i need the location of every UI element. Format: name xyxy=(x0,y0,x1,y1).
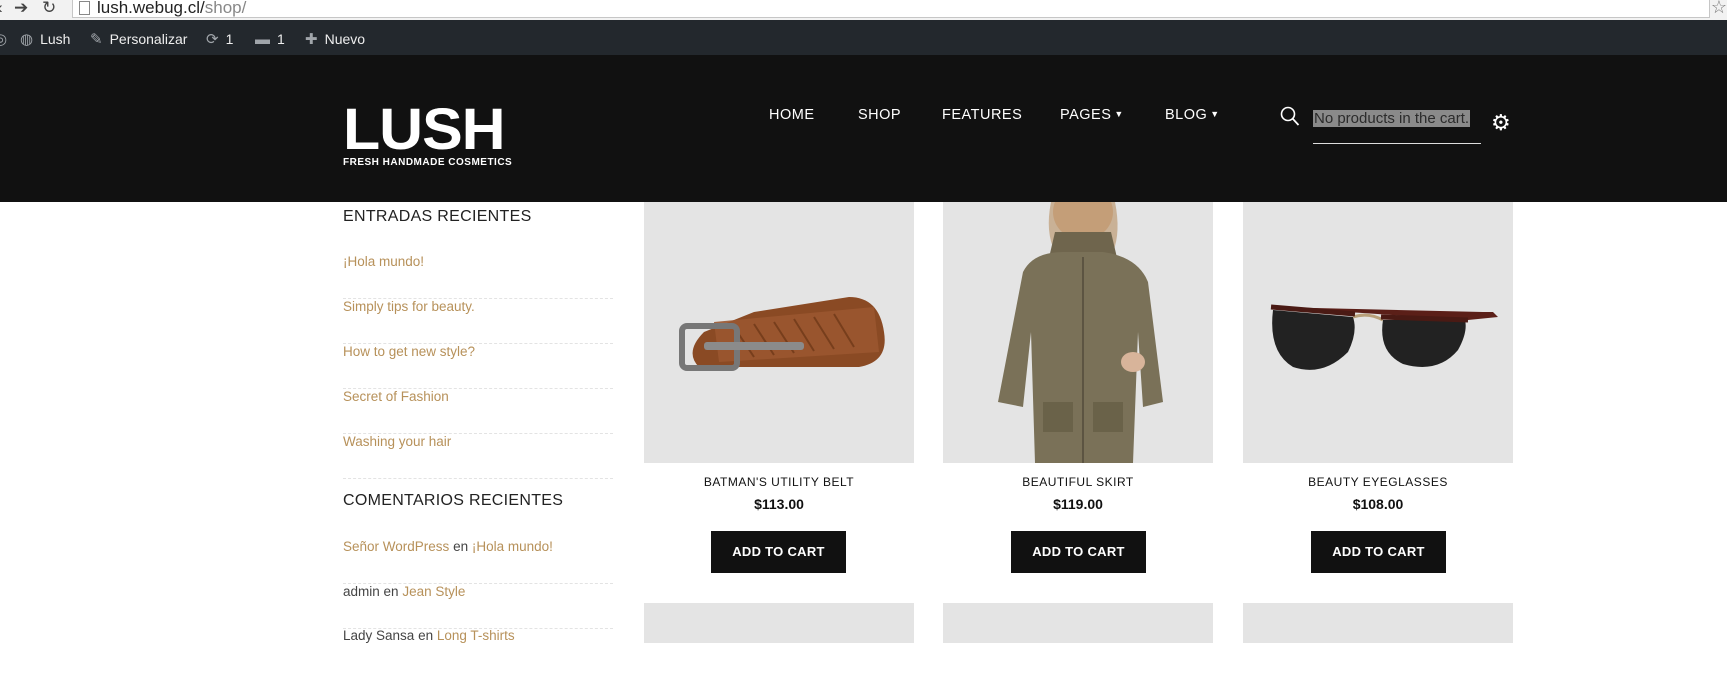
nav-shop[interactable]: SHOP xyxy=(858,107,901,123)
site-logo[interactable]: LUSH FRESH HANDMADE COSMETICS xyxy=(343,101,512,169)
recent-post-link[interactable]: How to get new style? xyxy=(343,344,613,389)
brush-icon: ✎ xyxy=(90,31,103,48)
recent-post-link[interactable]: ¡Hola mundo! xyxy=(343,254,613,299)
address-bar[interactable]: lush.webug.cl/shop/ xyxy=(72,0,1710,18)
product-price: $113.00 xyxy=(754,496,804,512)
sunglasses-image xyxy=(1270,304,1498,370)
nav-pages[interactable]: PAGES ▼ xyxy=(1060,107,1124,123)
caret-down-icon: ▼ xyxy=(1114,109,1124,119)
recent-comment: Lady Sansa en Long T-shirts xyxy=(343,628,613,673)
nav-pages-label: PAGES xyxy=(1060,107,1112,123)
admin-comments-link[interactable]: ▬ 1 xyxy=(255,20,285,55)
comment-connector: en xyxy=(453,539,469,554)
nav-home[interactable]: HOME xyxy=(769,107,815,123)
admin-site-link[interactable]: ◍ Lush xyxy=(20,20,70,55)
product-image-placeholder[interactable] xyxy=(644,603,914,643)
recent-posts-title: ENTRADAS RECIENTES xyxy=(343,208,532,225)
recent-comments-title: COMENTARIOS RECIENTES xyxy=(343,492,564,509)
nav-blog[interactable]: BLOG ▼ xyxy=(1165,107,1220,123)
back-icon[interactable]: ‹ xyxy=(0,0,3,18)
product-name[interactable]: BATMAN'S UTILITY BELT xyxy=(644,475,914,489)
product-image-belt[interactable] xyxy=(644,202,914,463)
browser-toolbar: ‹ ➔ ↻ lush.webug.cl/shop/ ☆ xyxy=(0,0,1727,21)
admin-new-link[interactable]: ✚ Nuevo xyxy=(305,20,365,55)
nav-features[interactable]: FEATURES xyxy=(942,107,1022,123)
add-to-cart-button[interactable]: ADD TO CART xyxy=(1011,531,1146,573)
comment-post-link[interactable]: Jean Style xyxy=(402,584,465,599)
comment-icon: ▬ xyxy=(255,31,270,48)
comment-author: admin xyxy=(343,584,380,599)
add-to-cart-button[interactable]: ADD TO CART xyxy=(1311,531,1446,573)
product-name[interactable]: BEAUTIFUL SKIRT xyxy=(943,475,1213,489)
dashboard-icon: ◍ xyxy=(20,31,34,48)
reload-icon[interactable]: ↻ xyxy=(42,0,56,18)
gear-icon[interactable]: ⚙ xyxy=(1491,112,1511,134)
recent-comment: admin en Jean Style xyxy=(343,584,613,629)
product-name[interactable]: BEAUTY EYEGLASSES xyxy=(1243,475,1513,489)
product-image-placeholder[interactable] xyxy=(1243,603,1513,643)
admin-customize-link[interactable]: ✎ Personalizar xyxy=(90,20,187,55)
admin-updates-link[interactable]: ⟳ 1 xyxy=(206,20,233,55)
comment-author: Lady Sansa xyxy=(343,628,415,643)
url-text: lush.webug.cl/shop/ xyxy=(97,0,247,17)
logo-word: LUSH xyxy=(343,97,506,162)
caret-down-icon: ▼ xyxy=(1210,109,1220,119)
woman-image xyxy=(998,202,1163,463)
recent-comment: Señor WordPress en ¡Hola mundo! xyxy=(343,539,613,584)
wp-admin-bar: ◎ ◍ Lush ✎ Personalizar ⟳ 1 ▬ 1 ✚ Nuevo xyxy=(0,20,1727,55)
product-price: $108.00 xyxy=(1352,496,1404,512)
nav-blog-label: BLOG xyxy=(1165,107,1208,123)
comment-connector: en xyxy=(383,584,399,599)
comment-post-link[interactable]: Long T-shirts xyxy=(437,628,515,643)
product-price: $119.00 xyxy=(1053,496,1103,512)
mini-cart[interactable]: No products in the cart. xyxy=(1313,110,1481,144)
comment-author-link[interactable]: Señor WordPress xyxy=(343,539,449,554)
forward-icon[interactable]: ➔ xyxy=(14,0,28,18)
wordpress-logo-icon[interactable]: ◎ xyxy=(0,20,14,55)
recent-post-link[interactable]: Washing your hair xyxy=(343,434,613,479)
belt-image xyxy=(679,297,885,371)
comment-connector: en xyxy=(418,628,434,643)
page-icon xyxy=(79,1,90,15)
add-to-cart-button[interactable]: ADD TO CART xyxy=(711,531,846,573)
comment-post-link[interactable]: ¡Hola mundo! xyxy=(472,539,553,554)
product-image-eyeglasses[interactable] xyxy=(1243,202,1513,463)
cart-empty-text: No products in the cart. xyxy=(1313,110,1471,127)
updates-icon: ⟳ xyxy=(206,31,219,48)
recent-post-link[interactable]: Simply tips for beauty. xyxy=(343,299,613,344)
plus-icon: ✚ xyxy=(305,31,318,48)
bookmark-star-icon[interactable]: ☆ xyxy=(1711,0,1727,18)
product-image-skirt[interactable] xyxy=(943,202,1213,463)
recent-post-link[interactable]: Secret of Fashion xyxy=(343,389,613,434)
product-image-placeholder[interactable] xyxy=(943,603,1213,643)
site-header: LUSH FRESH HANDMADE COSMETICS HOME SHOP … xyxy=(0,55,1727,202)
search-icon[interactable] xyxy=(1280,106,1300,128)
